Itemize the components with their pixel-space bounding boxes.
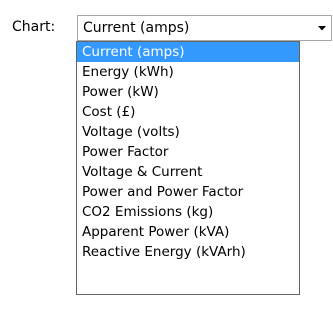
dropdown-option-current[interactable]: Current (amps) [77, 42, 299, 62]
dropdown-option-co2-emissions[interactable]: CO2 Emissions (kg) [77, 202, 299, 222]
chart-type-selected-value: Current (amps) [83, 20, 190, 36]
dropdown-option-voltage[interactable]: Voltage (volts) [77, 122, 299, 142]
chart-type-select[interactable]: Current (amps) [77, 15, 332, 41]
dropdown-option-energy[interactable]: Energy (kWh) [77, 62, 299, 82]
dropdown-option-power-and-power-factor[interactable]: Power and Power Factor [77, 182, 299, 202]
dropdown-arrow-button[interactable] [314, 16, 331, 40]
chart-label: Chart: [12, 19, 56, 35]
dropdown-option-cost[interactable]: Cost (£) [77, 102, 299, 122]
chevron-down-icon [318, 26, 326, 31]
dropdown-option-power[interactable]: Power (kW) [77, 82, 299, 102]
dropdown-option-apparent-power[interactable]: Apparent Power (kVA) [77, 222, 299, 242]
dropdown-option-reactive-energy[interactable]: Reactive Energy (kVArh) [77, 242, 299, 262]
dropdown-option-power-factor[interactable]: Power Factor [77, 142, 299, 162]
chart-type-dropdown-list: Current (amps) Energy (kWh) Power (kW) C… [76, 41, 300, 295]
dropdown-option-voltage-current[interactable]: Voltage & Current [77, 162, 299, 182]
chart-selector-screen: Chart: Current (amps) Current (amps) Ene… [0, 0, 333, 322]
